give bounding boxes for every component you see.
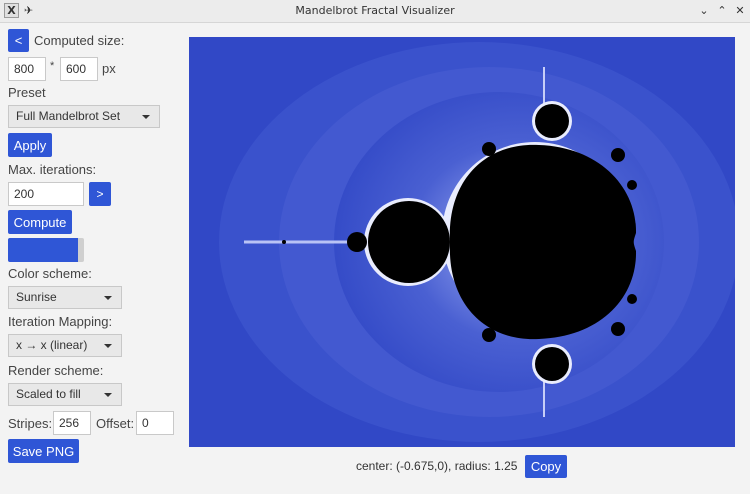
chevron-down-icon [104, 296, 112, 300]
max-iterations-input[interactable]: 200 [8, 182, 84, 206]
size-unit-label: px [102, 61, 116, 76]
chevron-down-icon [142, 115, 150, 119]
iteration-mapping-selected-value: x → x (linear) [16, 338, 88, 352]
offset-input[interactable]: 0 [136, 411, 174, 435]
compute-button[interactable]: Compute [8, 210, 72, 234]
stripes-label: Stripes: [8, 416, 53, 431]
color-scheme-selected-value: Sunrise [16, 290, 57, 304]
height-input[interactable]: 600 [60, 57, 98, 81]
iteration-mapping-select[interactable]: x → x (linear) [8, 334, 122, 357]
fractal-image [189, 37, 735, 447]
times-sign: * [50, 60, 55, 72]
period-two-bulb [368, 201, 450, 283]
collapse-sidebar-button[interactable]: < [8, 29, 29, 52]
preset-select[interactable]: Full Mandelbrot Set [8, 105, 160, 128]
bottom-bulb [535, 347, 569, 381]
top-bulb [535, 104, 569, 138]
render-scheme-select[interactable]: Scaled to fill [8, 383, 122, 406]
offset-label: Offset: [96, 416, 135, 431]
minimize-icon[interactable]: ⌄ [696, 3, 712, 19]
chevron-down-icon [104, 344, 112, 348]
iterations-next-button[interactable]: > [89, 182, 111, 206]
render-scheme-selected-value: Scaled to fill [16, 387, 81, 401]
progress-fill [8, 238, 78, 262]
chevron-down-icon [104, 393, 112, 397]
close-icon[interactable]: ✕ [732, 3, 748, 19]
title-bar: X ✈ Mandelbrot Fractal Visualizer ⌄ ⌃ ✕ [0, 0, 750, 23]
save-png-button[interactable]: Save PNG [8, 439, 79, 463]
copy-button[interactable]: Copy [525, 455, 567, 478]
color-scheme-select[interactable]: Sunrise [8, 286, 122, 309]
stripes-input[interactable]: 256 [53, 411, 91, 435]
apply-button[interactable]: Apply [8, 133, 52, 157]
preset-label: Preset [8, 85, 46, 100]
view-status-text: center: (-0.675,0), radius: 1.25 [356, 459, 518, 473]
render-scheme-label: Render scheme: [8, 363, 104, 378]
preset-selected-value: Full Mandelbrot Set [16, 109, 121, 123]
compute-progress-bar [8, 238, 84, 262]
window-title: Mandelbrot Fractal Visualizer [295, 4, 455, 17]
main-cardioid [449, 144, 637, 340]
width-input[interactable]: 800 [8, 57, 46, 81]
max-iterations-label: Max. iterations: [8, 162, 97, 177]
fractal-canvas[interactable] [189, 37, 735, 447]
color-scheme-label: Color scheme: [8, 266, 92, 281]
iteration-mapping-label: Iteration Mapping: [8, 314, 113, 329]
computed-size-label: Computed size: [34, 33, 125, 48]
maximize-icon[interactable]: ⌃ [714, 3, 730, 19]
